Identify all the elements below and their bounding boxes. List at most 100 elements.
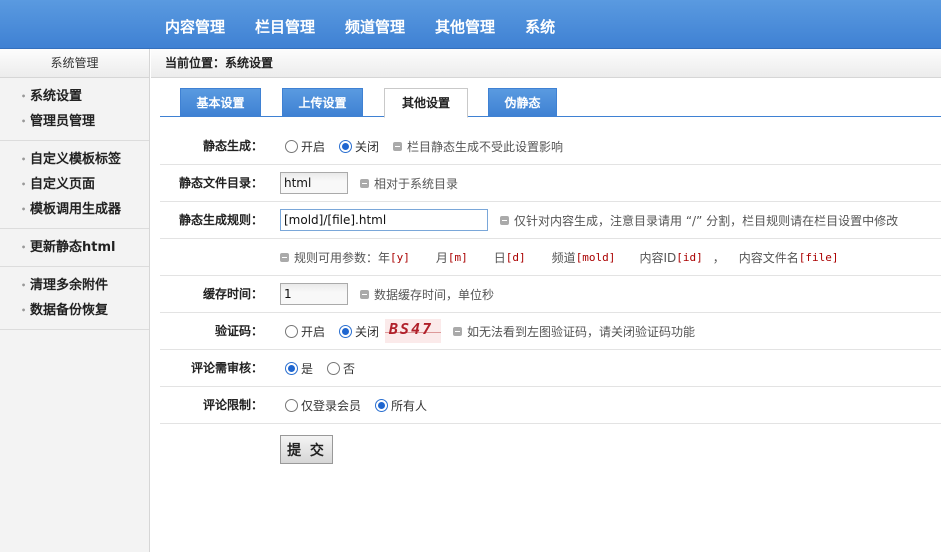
comment-review-no-option[interactable]: 否 [327,360,355,377]
captcha-on-label: 开启 [301,324,326,339]
nav-channel-manage[interactable]: 频道管理 [345,0,405,49]
comment-limit-all-option[interactable]: 所有人 [375,397,427,414]
sidebar: 系统管理 • 系统设置 • 管理员管理 • 自定义模板标签 • 自定义页面 • 模板调用生… [0,49,150,552]
sidebar-group-static: • 更新静态html [0,229,149,267]
static-dir-tip-text: 相对于系统目录 [374,176,459,191]
row-static-gen: 静态生成： 开启 关闭 栏目静态生成不受此设置影响 [160,128,941,165]
sidebar-group-system: • 系统设置 • 管理员管理 [0,78,149,141]
settings-tabs: 基本设置 上传设置 其他设置 伪静态 [160,88,941,118]
sidebar-item-clean-attachments[interactable]: • 清理多余附件 [0,273,149,298]
param-day: [d] [505,250,526,264]
comment-review-label: 评论需审核： [190,361,263,375]
captcha-text: BS47 [389,320,434,338]
captcha-on-option[interactable]: 开启 [285,323,325,340]
param-file: [file] [798,250,839,264]
static-gen-tip-text: 栏目静态生成不受此设置影响 [407,139,564,154]
top-nav: 内容管理 栏目管理 频道管理 其他管理 系统 [165,0,585,49]
static-dir-tip: 相对于系统目录 [360,175,458,192]
nav-column-manage[interactable]: 栏目管理 [255,0,315,49]
static-gen-label: 静态生成： [202,139,263,153]
sidebar-item-label: 数据备份恢复 [30,303,109,318]
bullet-icon: • [21,243,27,252]
sidebar-item-data-backup[interactable]: • 数据备份恢复 [0,298,149,323]
sidebar-item-label: 自定义模板标签 [30,152,122,167]
cache-time-tip: 数据缓存时间，单位秒 [360,286,494,303]
rule-params-tip: 规则可用参数：年 [y] 月 [m] 日 [d] 频道 [mold] 内容ID … [280,249,839,266]
info-icon [360,289,369,299]
comment-review-no-radio[interactable] [327,361,341,375]
comment-review-yes-radio[interactable] [285,361,298,375]
row-comment-review: 评论需审核： 是 否 [160,350,941,387]
nav-other-manage[interactable]: 其他管理 [435,0,495,49]
static-dir-field: 相对于系统目录 [280,165,458,201]
comment-limit-member-option[interactable]: 仅登录会员 [285,397,361,414]
captcha-off-option[interactable]: 关闭 [339,323,379,340]
info-icon [280,252,289,262]
comment-review-no-label: 否 [343,361,356,376]
captcha-on-radio[interactable] [285,324,298,338]
static-gen-off-label: 关闭 [355,139,380,154]
comment-limit-all-radio[interactable] [375,398,389,412]
sidebar-item-update-static[interactable]: • 更新静态html [0,235,149,260]
bullet-icon: • [21,155,27,164]
sidebar-item-system-settings[interactable]: • 系统设置 [0,84,149,109]
breadcrumb: 当前位置：系统设置 [165,56,274,70]
breadcrumb-bar: 当前位置：系统设置 [151,49,941,78]
info-icon [500,215,509,225]
bullet-icon: • [21,180,27,189]
cache-time-field: 数据缓存时间，单位秒 [280,276,494,312]
sidebar-item-template-generator[interactable]: • 模板调用生成器 [0,197,149,222]
cache-time-label: 缓存时间： [202,287,263,301]
sidebar-item-custom-page[interactable]: • 自定义页面 [0,172,149,197]
tab-upload-settings[interactable]: 上传设置 [282,88,363,117]
comment-review-yes-option[interactable]: 是 [285,360,313,377]
row-comment-limit: 评论限制： 仅登录会员 所有人 [160,387,941,424]
tab-other-settings[interactable]: 其他设置 [384,88,468,118]
row-captcha: 验证码： 开启 关闭 BS47 如无法看到左图验证码，请关闭验证码功能 [160,313,941,350]
bullet-icon: • [21,92,27,101]
nav-system[interactable]: 系统 [525,0,555,49]
row-rule-params: 规则可用参数：年 [y] 月 [m] 日 [d] 频道 [mold] 内容ID … [160,239,941,276]
sidebar-title: 系统管理 [0,49,149,78]
captcha-off-radio[interactable] [339,324,353,338]
static-gen-off-option[interactable]: 关闭 [339,138,379,155]
sidebar-item-label: 更新静态html [30,240,116,255]
rule-params-field: 规则可用参数：年 [y] 月 [m] 日 [d] 频道 [mold] 内容ID … [280,239,839,275]
static-gen-off-radio[interactable] [339,139,353,153]
captcha-off-label: 关闭 [355,324,380,339]
sidebar-item-label: 管理员管理 [30,114,96,129]
captcha-field: 开启 关闭 BS47 如无法看到左图验证码，请关闭验证码功能 [285,313,695,349]
static-rule-tip: 仅针对内容生成，注意目录请用 “/” 分割，栏目规则请在栏目设置中修改 [500,212,898,229]
sidebar-group-data: • 清理多余附件 • 数据备份恢复 [0,267,149,330]
static-rule-tip-text: 仅针对内容生成，注意目录请用 “/” 分割，栏目规则请在栏目设置中修改 [514,213,899,228]
comment-limit-field: 仅登录会员 所有人 [285,387,441,423]
sidebar-item-label: 模板调用生成器 [30,202,122,217]
captcha-image[interactable]: BS47 [385,319,442,343]
comment-limit-member-radio[interactable] [285,398,298,412]
static-rule-input[interactable] [280,209,488,231]
submit-button[interactable]: 提 交 [280,435,333,464]
static-gen-on-label: 开启 [301,139,326,154]
cache-time-input[interactable] [280,283,348,305]
param-day-label: 日 [493,250,506,265]
sidebar-item-admin-manage[interactable]: • 管理员管理 [0,109,149,134]
param-month-label: 月 [435,250,448,265]
row-static-dir: 静态文件目录： 相对于系统目录 [160,165,941,202]
sidebar-item-custom-tags[interactable]: • 自定义模板标签 [0,147,149,172]
static-dir-input[interactable] [280,172,348,194]
static-gen-on-option[interactable]: 开启 [285,138,325,155]
captcha-tip: 如无法看到左图验证码，请关闭验证码功能 [453,323,695,340]
sidebar-item-label: 清理多余附件 [30,278,109,293]
static-gen-on-radio[interactable] [285,139,298,153]
param-id: [id] [676,250,703,264]
comment-limit-member-label: 仅登录会员 [301,398,362,413]
param-month: [m] [447,250,468,264]
tab-basic-settings[interactable]: 基本设置 [180,88,261,117]
nav-content-manage[interactable]: 内容管理 [165,0,225,49]
tab-pseudo-static[interactable]: 伪静态 [488,88,557,117]
comment-limit-all-label: 所有人 [391,398,428,413]
info-icon [453,326,463,336]
info-icon [360,178,369,188]
info-icon [393,141,403,151]
static-gen-tip: 栏目静态生成不受此设置影响 [393,138,563,155]
